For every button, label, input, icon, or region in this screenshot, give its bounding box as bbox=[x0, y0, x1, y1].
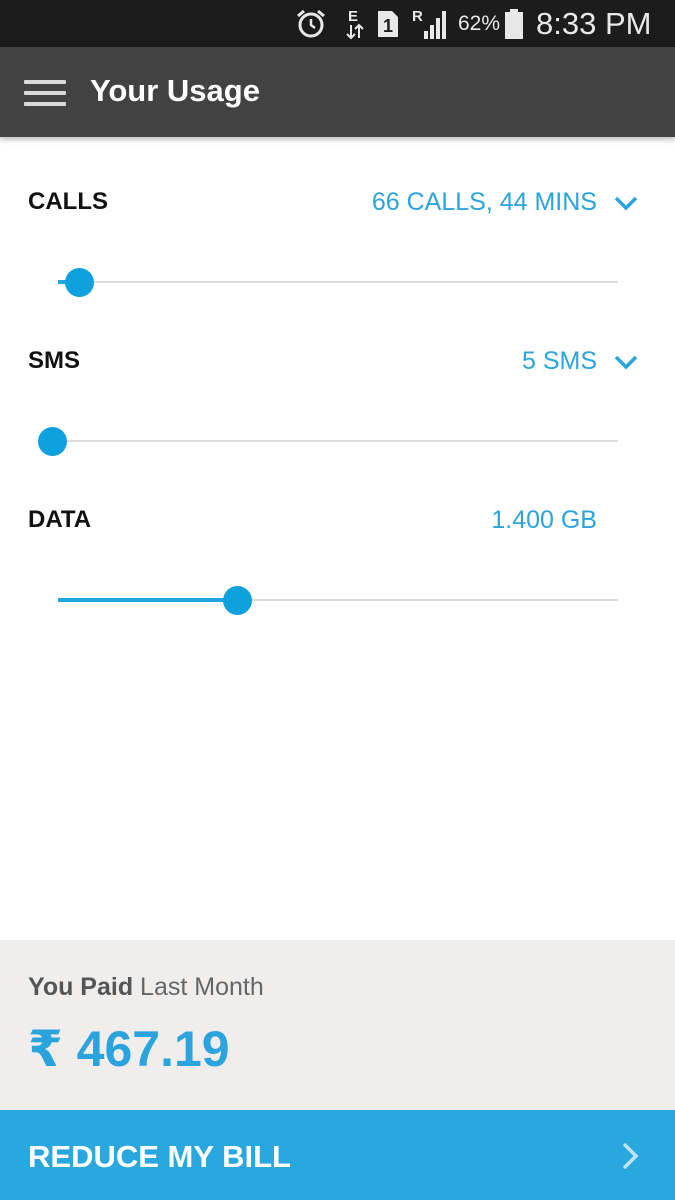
data-label: DATA bbox=[28, 506, 92, 533]
calls-value-dropdown[interactable]: 66 CALLS, 44 MINS bbox=[372, 188, 597, 217]
slider-track bbox=[58, 281, 618, 283]
battery-percent: 62% bbox=[458, 11, 501, 35]
sms-slider[interactable] bbox=[38, 421, 618, 461]
signal-roaming-icon: R bbox=[412, 0, 450, 47]
page-title: Your Usage bbox=[90, 73, 260, 108]
sms-value-dropdown[interactable]: 5 SMS bbox=[522, 347, 597, 376]
data-value: 1.400 GB bbox=[491, 506, 597, 534]
chevron-down-icon[interactable] bbox=[612, 352, 640, 372]
slider-fill bbox=[58, 598, 238, 602]
slider-track bbox=[58, 440, 618, 442]
chevron-right-icon bbox=[622, 1142, 639, 1170]
alarm-icon bbox=[295, 0, 329, 47]
data-slider[interactable] bbox=[58, 580, 618, 620]
paid-label-bold: You Paid bbox=[28, 973, 134, 1001]
app-bar: Your Usage bbox=[0, 47, 675, 137]
hamburger-menu-icon[interactable] bbox=[24, 80, 66, 106]
last-month-bill-panel: You Paid Last Month ₹ 467.19 bbox=[0, 940, 675, 1110]
clock: 8:33 PM bbox=[536, 5, 652, 41]
svg-text:R: R bbox=[412, 8, 423, 25]
calls-label: CALLS bbox=[28, 188, 108, 215]
bill-amount: ₹ 467.19 bbox=[28, 1021, 230, 1077]
reduce-my-bill-label: REDUCE MY BILL bbox=[28, 1139, 291, 1174]
sms-label: SMS bbox=[28, 347, 81, 374]
paid-label-rest: Last Month bbox=[133, 973, 264, 1001]
sim-1-icon: 1 bbox=[376, 0, 400, 47]
slider-thumb[interactable] bbox=[65, 268, 95, 297]
slider-thumb[interactable] bbox=[38, 427, 67, 456]
chevron-down-icon[interactable] bbox=[612, 193, 640, 213]
svg-text:1: 1 bbox=[383, 16, 393, 36]
network-e-icon: E bbox=[344, 0, 366, 47]
slider-thumb[interactable] bbox=[223, 586, 253, 615]
svg-text:E: E bbox=[348, 8, 358, 25]
battery-icon bbox=[504, 0, 526, 47]
status-bar: E 1 R 62% 8:33 PM bbox=[0, 0, 675, 47]
reduce-my-bill-button[interactable]: REDUCE MY BILL bbox=[0, 1110, 675, 1200]
calls-slider[interactable] bbox=[58, 262, 618, 302]
last-month-label: You Paid Last Month bbox=[28, 973, 264, 1002]
